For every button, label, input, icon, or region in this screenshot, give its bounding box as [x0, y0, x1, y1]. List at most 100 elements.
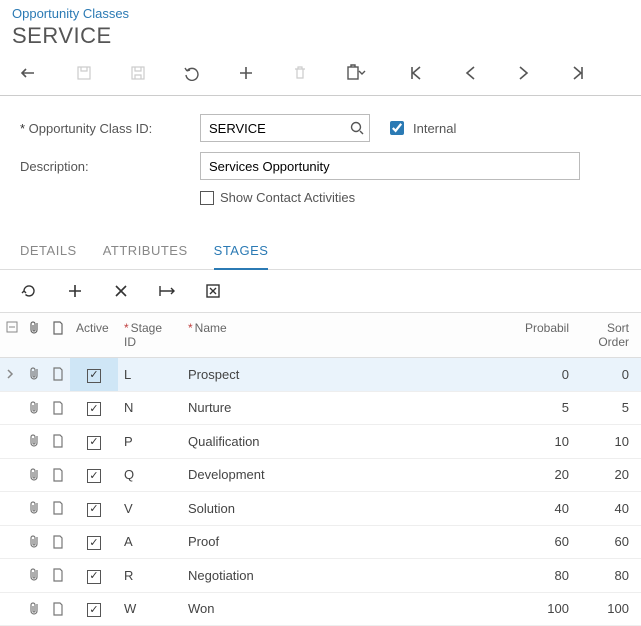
tab-stages[interactable]: STAGES [214, 237, 269, 270]
main-toolbar [0, 59, 641, 96]
expand-icon[interactable] [0, 525, 24, 559]
sort-order-cell: 100 [581, 592, 641, 626]
last-record-icon[interactable] [568, 63, 588, 83]
back-icon[interactable] [20, 63, 40, 83]
note-icon[interactable] [46, 592, 70, 626]
expand-icon[interactable] [0, 559, 24, 593]
probability-cell: 10 [501, 425, 581, 459]
first-record-icon[interactable] [406, 63, 426, 83]
col-active[interactable]: Active [70, 313, 118, 358]
grid-toolbar [0, 270, 641, 312]
probability-cell: 0 [501, 358, 581, 392]
active-checkbox[interactable] [70, 559, 118, 593]
internal-checkbox[interactable] [390, 121, 404, 135]
prev-record-icon[interactable] [460, 63, 480, 83]
undo-icon[interactable] [182, 63, 202, 83]
col-probability[interactable]: Probabil [501, 313, 581, 358]
stage-id-cell: N [118, 391, 182, 425]
note-icon[interactable] [46, 492, 70, 526]
col-notes[interactable] [46, 313, 70, 358]
fit-columns-icon[interactable] [158, 282, 176, 300]
expand-icon[interactable] [0, 592, 24, 626]
stage-name-cell: Won [182, 592, 501, 626]
show-contact-checkbox[interactable] [200, 191, 214, 205]
clipboard-dropdown-icon[interactable] [344, 63, 372, 83]
col-files[interactable] [24, 313, 46, 358]
col-config[interactable] [0, 313, 24, 358]
expand-icon[interactable] [0, 358, 24, 392]
sort-order-cell: 80 [581, 559, 641, 593]
paperclip-icon[interactable] [24, 458, 46, 492]
form-section: Opportunity Class ID: Internal Descripti… [0, 96, 641, 211]
stage-name-cell: Proof [182, 525, 501, 559]
paperclip-icon[interactable] [24, 592, 46, 626]
col-name[interactable]: *Name [182, 313, 501, 358]
paperclip-icon[interactable] [24, 358, 46, 392]
note-icon[interactable] [46, 525, 70, 559]
description-label: Description: [20, 159, 200, 174]
table-row[interactable]: QDevelopment2020 [0, 458, 641, 492]
table-row[interactable]: NNurture55 [0, 391, 641, 425]
tab-details[interactable]: DETAILS [20, 237, 77, 269]
active-checkbox[interactable] [70, 358, 118, 392]
add-icon[interactable] [236, 63, 256, 83]
class-id-input[interactable] [200, 114, 370, 142]
active-checkbox[interactable] [70, 425, 118, 459]
paperclip-icon[interactable] [24, 425, 46, 459]
sort-order-cell: 20 [581, 458, 641, 492]
expand-icon[interactable] [0, 458, 24, 492]
expand-icon[interactable] [0, 391, 24, 425]
stage-name-cell: Solution [182, 492, 501, 526]
note-icon[interactable] [46, 425, 70, 459]
page-title: SERVICE [0, 21, 641, 59]
paperclip-icon[interactable] [24, 525, 46, 559]
description-input[interactable] [200, 152, 580, 180]
note-icon[interactable] [46, 391, 70, 425]
paperclip-icon[interactable] [24, 391, 46, 425]
delete-row-icon[interactable] [112, 282, 130, 300]
active-checkbox[interactable] [70, 391, 118, 425]
active-checkbox[interactable] [70, 592, 118, 626]
col-sort-order[interactable]: Sort Order [581, 313, 641, 358]
paperclip-icon[interactable] [24, 559, 46, 593]
probability-cell: 40 [501, 492, 581, 526]
active-checkbox[interactable] [70, 492, 118, 526]
probability-cell: 100 [501, 592, 581, 626]
table-row[interactable]: LProspect00 [0, 358, 641, 392]
col-stage-id[interactable]: *Stage ID [118, 313, 182, 358]
stage-id-cell: Q [118, 458, 182, 492]
note-icon[interactable] [46, 559, 70, 593]
stage-id-cell: R [118, 559, 182, 593]
sort-order-cell: 40 [581, 492, 641, 526]
breadcrumb[interactable]: Opportunity Classes [0, 0, 641, 21]
save-icon [128, 63, 148, 83]
export-excel-icon[interactable] [204, 282, 222, 300]
show-contact-label: Show Contact Activities [220, 190, 355, 205]
stage-id-cell: A [118, 525, 182, 559]
table-row[interactable]: PQualification1010 [0, 425, 641, 459]
internal-label: Internal [413, 121, 456, 136]
probability-cell: 80 [501, 559, 581, 593]
note-icon[interactable] [46, 358, 70, 392]
next-record-icon[interactable] [514, 63, 534, 83]
table-row[interactable]: RNegotiation8080 [0, 559, 641, 593]
stage-id-cell: P [118, 425, 182, 459]
sort-order-cell: 5 [581, 391, 641, 425]
paperclip-icon[interactable] [24, 492, 46, 526]
active-checkbox[interactable] [70, 525, 118, 559]
stage-id-cell: V [118, 492, 182, 526]
expand-icon[interactable] [0, 492, 24, 526]
table-row[interactable]: WWon100100 [0, 592, 641, 626]
tab-attributes[interactable]: ATTRIBUTES [103, 237, 188, 269]
table-row[interactable]: VSolution4040 [0, 492, 641, 526]
table-row[interactable]: AProof6060 [0, 525, 641, 559]
add-row-icon[interactable] [66, 282, 84, 300]
save-close-icon [74, 63, 94, 83]
refresh-icon[interactable] [20, 282, 38, 300]
expand-icon[interactable] [0, 425, 24, 459]
internal-checkbox-wrap[interactable]: Internal [386, 118, 456, 138]
active-checkbox[interactable] [70, 458, 118, 492]
sort-order-cell: 10 [581, 425, 641, 459]
note-icon[interactable] [46, 458, 70, 492]
probability-cell: 20 [501, 458, 581, 492]
